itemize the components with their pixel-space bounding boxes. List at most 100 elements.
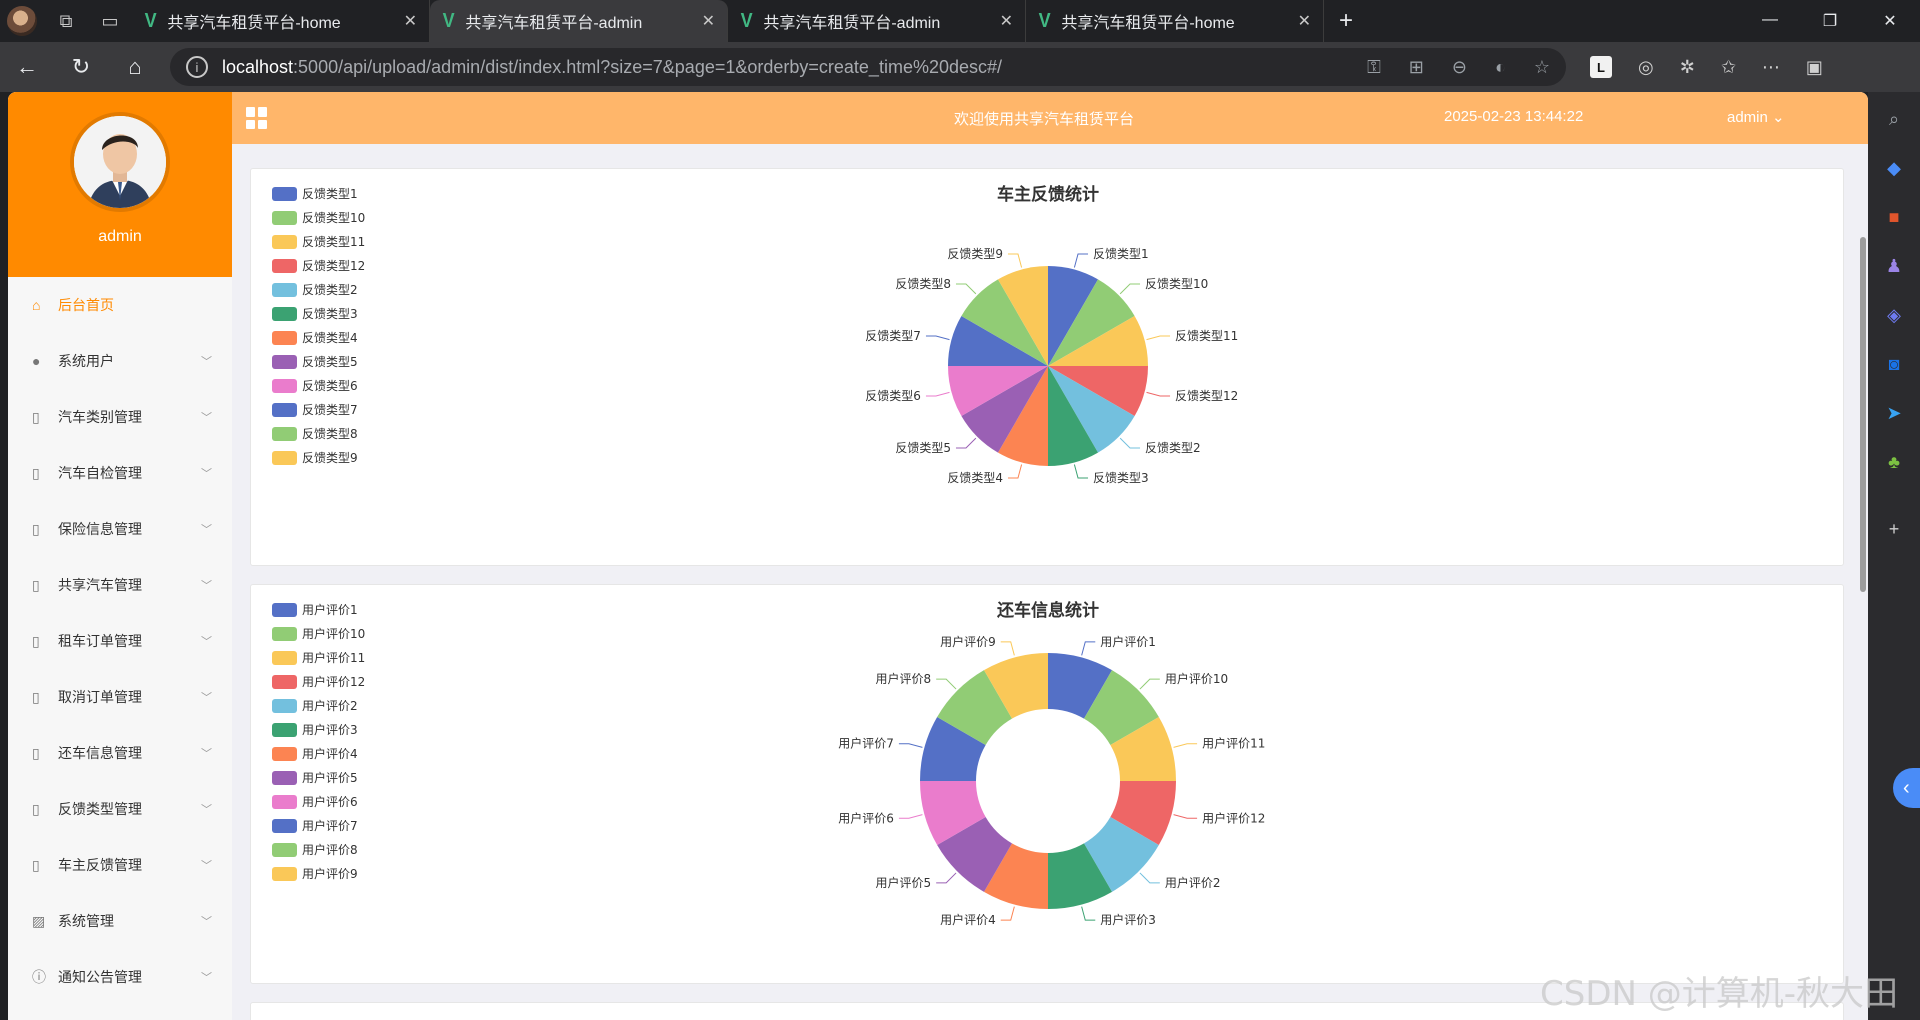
sidebar-item-feedback-types[interactable]: ▯ 反馈类型管理 ﹀ — [8, 781, 232, 837]
sidebar-header: admin — [8, 92, 232, 277]
user-icon: ● — [32, 353, 41, 369]
slice-label: 用户评价8 — [876, 671, 932, 686]
window-close-icon[interactable]: ✕ — [1860, 11, 1920, 31]
new-tab-button[interactable]: + — [1324, 7, 1368, 35]
chevron-down-icon: ﹀ — [201, 804, 212, 816]
legend-swatch — [272, 283, 297, 297]
slice-label: 用户评价6 — [838, 810, 894, 825]
legend-label: 反馈类型10 — [302, 211, 365, 225]
sidebar-item-car-inspection[interactable]: ▯ 汽车自检管理 ﹀ — [8, 445, 232, 501]
reading-icon[interactable]: ◎ — [1638, 57, 1654, 78]
tag-icon[interactable]: ◆ — [1881, 155, 1907, 181]
extensions-puzzle-icon[interactable]: ✲ — [1680, 57, 1695, 78]
doc-icon: ▯ — [32, 408, 40, 425]
close-icon[interactable]: ✕ — [1298, 11, 1311, 31]
doc-icon: ▯ — [32, 856, 40, 873]
slice-label: 用户评价10 — [1165, 671, 1228, 686]
slice-label: 反馈类型4 — [947, 471, 1003, 485]
legend-label: 用户评价10 — [302, 626, 365, 641]
close-icon[interactable]: ✕ — [1000, 11, 1013, 31]
sidebar-item-insurance[interactable]: ▯ 保险信息管理 ﹀ — [8, 501, 232, 557]
legend-swatch — [272, 747, 297, 761]
slice-label: 反馈类型11 — [1175, 329, 1238, 343]
label-leader-line — [1000, 641, 1015, 656]
site-info-icon[interactable]: i — [186, 56, 208, 78]
key-icon[interactable]: ⚿ — [1367, 57, 1381, 78]
legend-label: 反馈类型4 — [302, 331, 358, 345]
sidebar-item-shared-cars[interactable]: ▯ 共享汽车管理 ﹀ — [8, 557, 232, 613]
sidebar-item-system-users[interactable]: ● 系统用户 ﹀ — [8, 333, 232, 389]
legend-label: 反馈类型12 — [302, 259, 365, 273]
chevron-down-icon: ﹀ — [201, 692, 212, 704]
tab-actions-icon[interactable]: ▭ — [88, 0, 132, 42]
copilot-icon[interactable]: ◈ — [1881, 302, 1907, 328]
outlook-icon[interactable]: ◙ — [1881, 351, 1907, 377]
refresh-icon[interactable]: ↻ — [54, 54, 108, 80]
toolbox-icon[interactable]: ■ — [1881, 204, 1907, 230]
browser-tab-bar: ⧉ ▭ V 共享汽车租赁平台-home ✕ V 共享汽车租赁平台-admin ✕ V 共享… — [0, 0, 1920, 42]
sidebar-item-notices[interactable]: ⓘ 通知公告管理 ﹀ — [8, 949, 232, 1005]
more-icon[interactable]: ⋯ — [1762, 57, 1780, 78]
chevron-down-icon: ﹀ — [201, 580, 212, 592]
browser-tab[interactable]: V 共享汽车租赁平台-home ✕ — [132, 0, 430, 42]
welcome-text: 欢迎使用共享汽车租赁平台 — [954, 111, 1135, 128]
chart-title: 车主反馈统计 — [997, 184, 1099, 205]
legend-swatch — [272, 699, 297, 713]
close-icon[interactable]: ✕ — [702, 11, 715, 31]
favorite-star-icon[interactable]: ☆ — [1534, 57, 1550, 78]
sidebar-item-rental-orders[interactable]: ▯ 租车订单管理 ﹀ — [8, 613, 232, 669]
legend-label: 反馈类型2 — [302, 283, 358, 297]
home-nav-icon[interactable]: ⌂ — [108, 54, 162, 80]
browser-tab[interactable]: V 共享汽车租赁平台-admin ✕ — [728, 0, 1026, 42]
legend-label: 用户评价5 — [302, 770, 358, 785]
workspaces-icon[interactable]: ⧉ — [44, 0, 88, 42]
sidebar-toggle-icon[interactable]: ▣ — [1806, 57, 1823, 78]
label-leader-line — [1073, 464, 1089, 479]
legend-label: 用户评价7 — [302, 818, 358, 833]
sidebar-item-cancel-orders[interactable]: ▯ 取消订单管理 ﹀ — [8, 669, 232, 725]
slice-label: 用户评价2 — [1165, 875, 1221, 890]
sidebar-item-home[interactable]: ⌂ 后台首页 — [8, 277, 232, 333]
games-icon[interactable]: ♟ — [1881, 253, 1907, 279]
sidebar-item-system-management[interactable]: ▨ 系统管理 ﹀ — [8, 893, 232, 949]
sidebar-item-car-category[interactable]: ▯ 汽车类别管理 ﹀ — [8, 389, 232, 445]
legend-swatch — [272, 451, 297, 465]
tree-icon[interactable]: ♣ — [1881, 449, 1907, 475]
doc-icon: ▯ — [32, 520, 40, 537]
minimize-icon[interactable]: — — [1740, 11, 1800, 31]
label-leader-line — [1173, 814, 1198, 819]
slice-label: 用户评价7 — [838, 736, 894, 751]
app-install-icon[interactable]: ⊞ — [1409, 57, 1424, 78]
slice-label: 用户评价9 — [940, 634, 996, 649]
label-leader-line — [936, 678, 957, 690]
close-icon[interactable]: ✕ — [404, 11, 417, 31]
send-icon[interactable]: ➤ — [1881, 400, 1907, 426]
chart-title: 还车信息统计 — [996, 600, 1099, 621]
url-field[interactable]: i localhost:5000/api/upload/admin/dist/i… — [170, 48, 1566, 86]
restore-icon[interactable]: ❐ — [1800, 11, 1860, 31]
add-icon[interactable]: + — [1881, 516, 1907, 542]
menu-grid-icon[interactable] — [246, 107, 268, 129]
sidebar-item-car-return[interactable]: ▯ 还车信息管理 ﹀ — [8, 725, 232, 781]
label-leader-line — [1007, 253, 1023, 268]
home-icon: ⌂ — [32, 297, 41, 313]
search-icon[interactable]: ⌕ — [1881, 106, 1907, 132]
zoom-icon[interactable]: ⊖ — [1452, 57, 1467, 78]
back-icon[interactable]: ← — [0, 54, 54, 80]
browser-tab[interactable]: V 共享汽车租赁平台-home ✕ — [1026, 0, 1324, 42]
legend-swatch — [272, 771, 297, 785]
profile-avatar[interactable] — [0, 0, 44, 42]
sidebar-item-owner-feedback[interactable]: ▯ 车主反馈管理 ﹀ — [8, 837, 232, 893]
label-leader-line — [1146, 391, 1171, 397]
scrollbar-thumb[interactable] — [1860, 237, 1866, 592]
vue-logo-icon: V — [1038, 9, 1051, 32]
label-leader-line — [1081, 906, 1096, 921]
user-dropdown[interactable]: admin ⌄ — [1727, 108, 1785, 126]
favorites-icon[interactable]: ✩ — [1721, 57, 1736, 78]
legend-label: 反馈类型8 — [302, 427, 358, 441]
browser-tab-active[interactable]: V 共享汽车租赁平台-admin ✕ — [430, 0, 728, 42]
edge-icon[interactable]: ◐ — [1495, 57, 1506, 78]
chevron-down-icon: ﹀ — [201, 748, 212, 760]
extension-icon[interactable]: L — [1590, 56, 1612, 78]
label-leader-line — [1139, 678, 1160, 690]
